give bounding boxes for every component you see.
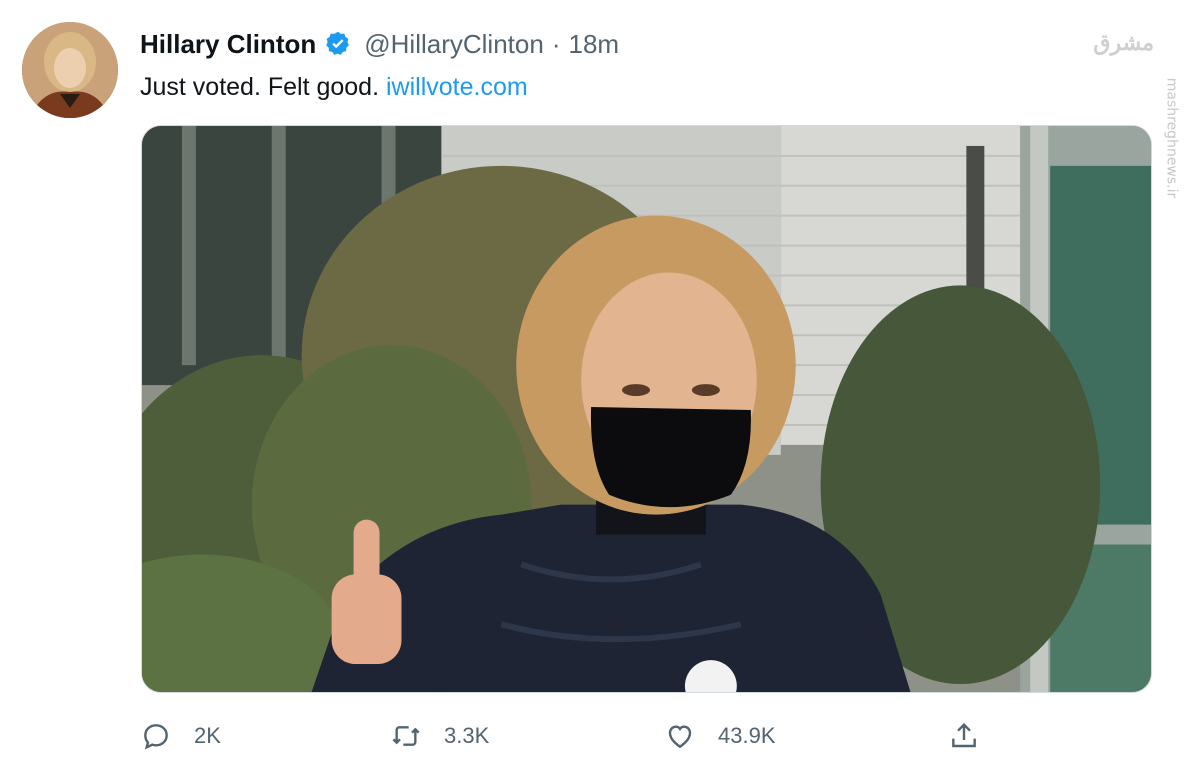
author-name[interactable]: Hillary Clinton bbox=[140, 29, 316, 60]
watermark-site: mashreghnews.ir bbox=[1163, 77, 1180, 199]
tweet-actions: 2K 3.3K 43.9K bbox=[140, 716, 1000, 756]
share-button[interactable] bbox=[948, 716, 980, 756]
retweet-icon bbox=[392, 726, 420, 746]
like-icon bbox=[668, 725, 692, 749]
avatar[interactable] bbox=[22, 22, 118, 118]
avatar-portrait bbox=[22, 22, 118, 118]
tweet-link[interactable]: iwillvote.com bbox=[386, 73, 528, 101]
separator-dot: · bbox=[551, 28, 561, 59]
tweet-header: Hillary Clinton @HillaryClinton · 18m bbox=[140, 26, 619, 62]
share-icon bbox=[952, 722, 976, 748]
timestamp[interactable]: 18m bbox=[568, 29, 619, 60]
photo-illustration bbox=[142, 126, 1151, 692]
reply-icon bbox=[144, 724, 168, 750]
retweet-button[interactable]: 3.3K bbox=[390, 716, 489, 756]
reply-button[interactable]: 2K bbox=[140, 716, 221, 756]
verified-badge-icon bbox=[324, 30, 352, 58]
author-handle[interactable]: @HillaryClinton bbox=[364, 29, 544, 60]
tweet-photo[interactable] bbox=[141, 125, 1152, 693]
reply-count: 2K bbox=[194, 723, 221, 748]
like-button[interactable]: 43.9K bbox=[664, 716, 776, 756]
tweet-text: Just voted. Felt good. iwillvote.com bbox=[140, 70, 528, 104]
tweet-card: Hillary Clinton @HillaryClinton · 18m Ju… bbox=[0, 0, 1200, 760]
like-count: 43.9K bbox=[718, 723, 776, 748]
retweet-count: 3.3K bbox=[444, 723, 490, 748]
tweet-body: Just voted. Felt good. bbox=[140, 73, 380, 101]
watermark-logo: مشرق bbox=[1093, 30, 1154, 56]
